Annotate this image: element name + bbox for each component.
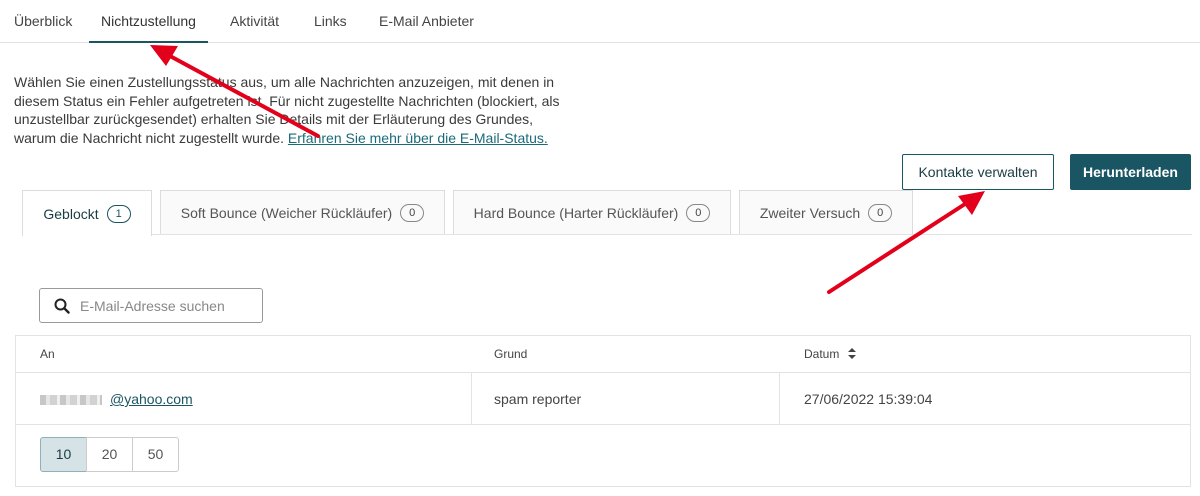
count-badge: 0 xyxy=(400,204,425,222)
email-search[interactable] xyxy=(39,288,263,323)
status-tab-label: Soft Bounce (Weicher Rückläufer) xyxy=(180,205,393,221)
column-divider xyxy=(471,373,472,425)
column-header-grund: Grund xyxy=(494,347,528,361)
status-tabs-divider xyxy=(152,234,1192,235)
page-size-50[interactable]: 50 xyxy=(132,437,179,472)
redacted-username xyxy=(40,395,102,406)
reason-cell: spam reporter xyxy=(494,391,582,407)
email-status-help-link[interactable]: Erfahren Sie mehr über die E-Mail-Status… xyxy=(288,130,548,146)
recipient-email-link[interactable]: @yahoo.com xyxy=(110,391,193,407)
status-tab-zweiter-versuch[interactable]: Zweiter Versuch 0 xyxy=(739,190,913,235)
tab-links[interactable]: Links xyxy=(314,0,347,43)
top-navigation: Überblick Nichtzustellung Aktivität Link… xyxy=(0,0,1200,43)
table-header: An Grund Datum xyxy=(16,336,1190,373)
search-input[interactable] xyxy=(80,297,250,314)
manage-contacts-button[interactable]: Kontakte verwalten xyxy=(902,154,1054,190)
tab-aktivitaet[interactable]: Aktivität xyxy=(230,0,279,43)
count-badge: 0 xyxy=(868,204,893,222)
column-header-an: An xyxy=(40,347,55,361)
count-badge: 1 xyxy=(106,204,131,223)
status-tab-hard-bounce[interactable]: Hard Bounce (Harter Rückläufer) 0 xyxy=(453,190,731,235)
sort-icon[interactable] xyxy=(847,348,856,359)
tab-email-anbieter[interactable]: E-Mail Anbieter xyxy=(379,0,474,43)
search-icon xyxy=(40,289,80,322)
download-button[interactable]: Herunterladen xyxy=(1070,154,1191,190)
date-cell: 27/06/2022 15:39:04 xyxy=(804,391,933,407)
bounce-table: An Grund Datum @yahoo.com spam reporter … xyxy=(15,335,1191,487)
status-tab-label: Geblockt xyxy=(43,205,99,222)
status-tab-soft-bounce[interactable]: Soft Bounce (Weicher Rückläufer) 0 xyxy=(160,190,445,235)
table-row: @yahoo.com spam reporter 27/06/2022 15:3… xyxy=(16,373,1190,425)
tab-ueberblick[interactable]: Überblick xyxy=(14,0,72,43)
page-size-selector: 10 20 50 xyxy=(40,437,179,472)
column-divider xyxy=(779,373,780,425)
tab-nichtzustellung[interactable]: Nichtzustellung xyxy=(89,0,208,43)
status-tab-label: Zweiter Versuch xyxy=(759,205,861,221)
page-size-10[interactable]: 10 xyxy=(40,437,87,472)
count-badge: 0 xyxy=(686,204,711,222)
status-tab-label: Hard Bounce (Harter Rückläufer) xyxy=(473,205,679,221)
column-header-datum[interactable]: Datum xyxy=(804,336,856,373)
intro-text: Wählen Sie einen Zustellungsstatus aus, … xyxy=(14,73,574,147)
recipient-cell: @yahoo.com xyxy=(40,373,193,425)
status-tab-geblockt[interactable]: Geblockt 1 xyxy=(22,190,152,236)
column-header-datum-label: Datum xyxy=(804,347,840,361)
page-size-20[interactable]: 20 xyxy=(86,437,133,472)
